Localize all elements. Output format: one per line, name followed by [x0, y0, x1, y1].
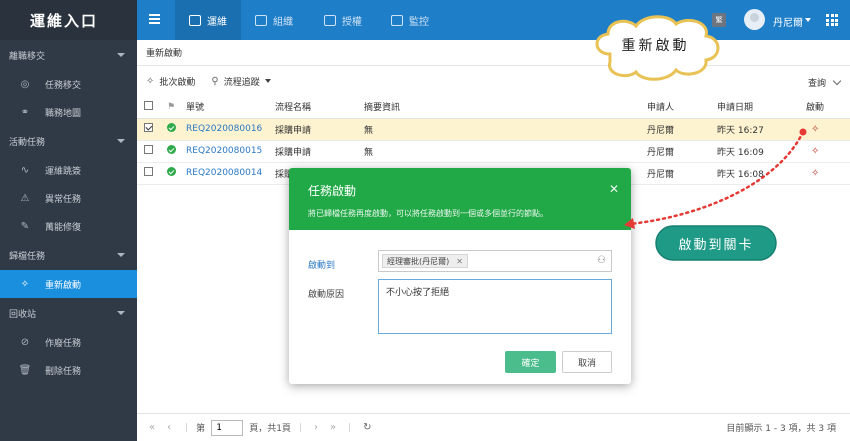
gauge-icon: ◎ — [20, 78, 30, 90]
avatar[interactable] — [744, 9, 765, 30]
callout-restart-text: 重新啟動 — [621, 38, 690, 54]
pagination: « ‹ | 第 頁，共1頁 | › » | ↻ 目前顯示 1 - 3 項，共 3… — [137, 413, 850, 441]
tab-monitor[interactable]: 監控 — [391, 0, 429, 40]
sidebar-item-task-handover[interactable]: ◎ 任務移交 — [0, 70, 137, 98]
menu-toggle-icon[interactable] — [149, 14, 160, 24]
col-id[interactable]: 單號 — [186, 96, 275, 118]
users-icon — [255, 14, 267, 26]
app-title: 運維入口 — [0, 0, 137, 40]
dialog-header: 任務啟動 ✕ 將已歸檔任務再度啟動，可以將任務啟動到一個或多個並行的節點。 — [289, 168, 631, 230]
breadcrumb: 重新啟動 — [137, 40, 850, 66]
warning-icon: ⚠ — [20, 192, 30, 204]
row-checkbox[interactable] — [144, 145, 153, 154]
calendar-icon — [189, 14, 201, 26]
callout-start-node-text: 啟動到關卡 — [678, 238, 754, 253]
magic-wand-icon: ✧ — [20, 278, 30, 290]
apps-grid-icon[interactable] — [826, 14, 838, 26]
start-reason-input[interactable]: 不小心按了拒絕 — [378, 279, 612, 334]
start-target-select[interactable]: 經理審批(丹尼爾) ✕ ⚇ — [378, 250, 612, 272]
page-suffix: 頁，共1頁 — [249, 424, 291, 434]
flag-icon: ⚑ — [167, 101, 176, 112]
chevron-down-icon — [117, 139, 125, 143]
chevron-down-icon — [117, 53, 125, 57]
task-start-dialog: 任務啟動 ✕ 將已歸檔任務再度啟動，可以將任務啟動到一個或多個並行的節點。 啟動… — [289, 168, 631, 384]
callout-start-node: 啟動到關卡 — [654, 224, 778, 262]
user-menu-caret-icon[interactable] — [805, 18, 811, 22]
process-cell: 採購申請 — [275, 147, 312, 158]
dialog-title: 任務啟動 — [308, 184, 357, 198]
sidebar-item-exception-tasks[interactable]: ⚠ 異常任務 — [0, 184, 137, 212]
page-number-input[interactable] — [211, 419, 244, 436]
status-ok-icon — [167, 145, 176, 154]
row-checkbox[interactable] — [144, 123, 153, 132]
select-all-checkbox[interactable] — [144, 100, 153, 110]
tab-org[interactable]: 組織 — [255, 0, 293, 40]
first-page-icon[interactable]: « — [149, 422, 155, 433]
chevron-down-icon — [832, 76, 842, 86]
trash-icon: 🗑 — [18, 364, 32, 376]
tab-ops[interactable]: 運維 — [175, 0, 241, 40]
monitor-icon — [391, 14, 403, 26]
refresh-icon[interactable]: ↻ — [363, 422, 371, 433]
annotation-arrow — [624, 128, 807, 229]
status-ok-icon — [167, 123, 176, 132]
sidebar-item-restart[interactable]: ✧ 重新啟動 — [0, 270, 137, 298]
callout-restart: 重新啟動 — [588, 14, 723, 86]
col-applicant[interactable]: 申請人 — [647, 96, 717, 118]
start-target-label: 啟動到 — [308, 261, 336, 271]
chevron-down-icon — [117, 253, 125, 257]
flow-trace-button[interactable]: ⚲ 流程追蹤 — [211, 75, 271, 88]
table-header: ⚑ 單號 流程名稱 摘要資訊 申請人 申請日期 啟動 — [137, 96, 850, 118]
user-picker-icon[interactable]: ⚇ — [597, 255, 606, 266]
row-checkbox[interactable] — [144, 167, 153, 176]
batch-start-button[interactable]: ✧ 批次啟動 — [146, 75, 195, 88]
prev-page-icon[interactable]: ‹ — [167, 422, 171, 433]
cancel-button[interactable]: 取消 — [562, 351, 612, 373]
confirm-button[interactable]: 確定 — [505, 351, 556, 373]
ban-icon: ⊘ — [20, 336, 30, 348]
page-prefix: 第 — [196, 424, 206, 434]
last-page-icon[interactable]: » — [330, 422, 336, 433]
col-process[interactable]: 流程名稱 — [275, 96, 364, 118]
caret-down-icon — [264, 79, 271, 83]
start-reason-label: 啟動原因 — [308, 290, 345, 300]
process-cell: 採購申請 — [275, 125, 312, 136]
top-bar: 運維 組織 授權 監控 繁 丹尼爾 — [137, 0, 850, 40]
sidebar-item-job-map[interactable]: ⚭ 職務地圖 — [0, 98, 137, 126]
toolbar: ✧ 批次啟動 ⚲ 流程追蹤 查詢 — [137, 66, 850, 96]
request-id-link[interactable]: REQ2020080016 — [186, 118, 275, 140]
sidebar-group-handover[interactable]: 離職移交 — [0, 40, 137, 70]
sidebar-item-voided-tasks[interactable]: ⊘ 作廢任務 — [0, 328, 137, 356]
sidebar-item-universal-repair[interactable]: ✎ 萬能修復 — [0, 212, 137, 240]
query-button[interactable]: 查詢 — [808, 76, 842, 89]
magic-wand-icon: ✧ — [146, 75, 155, 87]
sidebar-item-deleted-tasks[interactable]: 🗑 刪除任務 — [0, 356, 137, 384]
status-ok-icon — [167, 167, 176, 176]
flow-icon: ⚲ — [211, 75, 219, 87]
sidebar-group-recycle[interactable]: 回收站 — [0, 298, 137, 328]
pulse-icon: ∿ — [20, 164, 30, 176]
sidebar-item-skip-sign[interactable]: ∿ 運維跳簽 — [0, 156, 137, 184]
wrench-icon: ✎ — [20, 220, 30, 232]
org-chart-icon: ⚭ — [20, 106, 30, 118]
col-date[interactable]: 申請日期 — [717, 96, 806, 118]
col-start: 啟動 — [806, 103, 825, 114]
tab-auth[interactable]: 授權 — [324, 0, 362, 40]
sidebar: 運維入口 離職移交 ◎ 任務移交 ⚭ 職務地圖 活動任務 ∿ 運維跳簽 ⚠ 異常任務 ✎… — [0, 0, 137, 441]
dialog-description: 將已歸檔任務再度啟動，可以將任務啟動到一個或多個並行的節點。 — [308, 209, 548, 218]
remove-tag-icon[interactable]: ✕ — [456, 257, 463, 266]
next-page-icon[interactable]: › — [314, 422, 318, 433]
selected-node-tag: 經理審批(丹尼爾) ✕ — [382, 254, 468, 268]
sidebar-group-archived[interactable]: 歸檔任務 — [0, 240, 137, 270]
lock-icon — [324, 14, 336, 26]
request-id-link[interactable]: REQ2020080014 — [186, 162, 275, 184]
user-name[interactable]: 丹尼爾 — [773, 14, 803, 29]
chevron-down-icon — [117, 311, 125, 315]
request-id-link[interactable]: REQ2020080015 — [186, 140, 275, 162]
sidebar-group-active-tasks[interactable]: 活動任務 — [0, 126, 137, 156]
pager-info: 目前顯示 1 - 3 項，共 3 項 — [726, 424, 836, 434]
col-summary[interactable]: 摘要資訊 — [364, 96, 647, 118]
